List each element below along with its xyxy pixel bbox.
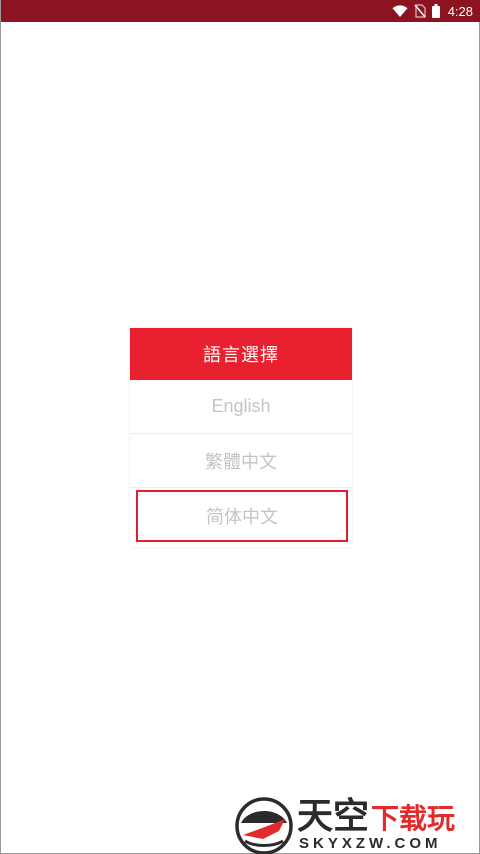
dialog-title: 語言選擇 — [130, 328, 352, 380]
language-option-simplified-chinese[interactable]: 简体中文 — [136, 490, 348, 542]
wifi-icon — [392, 4, 408, 18]
watermark-brand-accent: 下载玩 — [371, 802, 456, 835]
screen: 4:28 語言選擇 English 繁體中文 简体中文 天空 下载玩 SKYXZ… — [0, 0, 480, 854]
language-option-traditional-chinese[interactable]: 繁體中文 — [130, 434, 352, 488]
watermark-brand-main: 天空 — [297, 796, 370, 837]
status-bar: 4:28 — [1, 0, 480, 22]
site-logo-icon — [235, 797, 293, 854]
battery-icon — [431, 4, 440, 18]
language-dialog: 語言選擇 English 繁體中文 简体中文 — [130, 328, 352, 547]
watermark-brand: 天空 下载玩 — [297, 797, 455, 839]
watermark-domain: SKYXZW.COM — [299, 835, 442, 852]
watermark: 天空 下载玩 SKYXZW.COM — [235, 795, 480, 854]
status-time: 4:28 — [447, 3, 473, 19]
language-option-english[interactable]: English — [130, 380, 352, 434]
no-sim-icon — [414, 4, 426, 18]
